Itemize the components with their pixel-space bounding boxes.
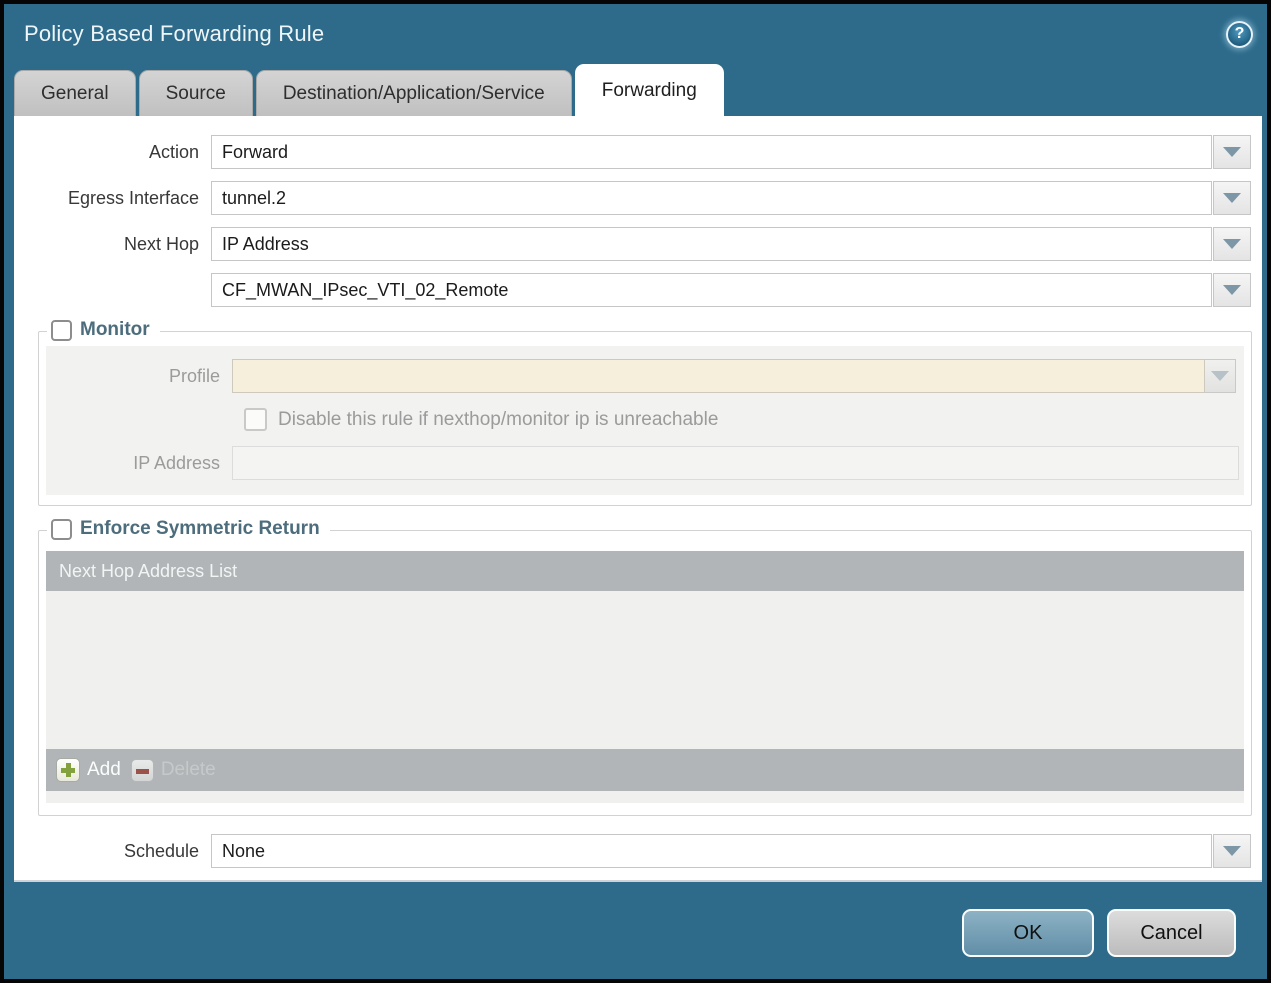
dialog-footer: OK Cancel xyxy=(4,882,1267,957)
egress-interface-row: Egress Interface tunnel.2 xyxy=(14,181,1262,215)
next-hop-dropdown-button[interactable] xyxy=(1213,227,1251,261)
profile-row: Profile xyxy=(46,359,1244,393)
next-hop-address-value[interactable]: CF_MWAN_IPsec_VTI_02_Remote xyxy=(211,273,1212,307)
egress-interface-dropdown-button[interactable] xyxy=(1213,181,1251,215)
next-hop-row: Next Hop IP Address xyxy=(14,227,1262,261)
monitor-ip-label: IP Address xyxy=(46,453,232,474)
profile-dropdown-button xyxy=(1205,359,1236,393)
next-hop-address-table-footer: Add Delete xyxy=(46,749,1244,791)
titlebar: Policy Based Forwarding Rule ? xyxy=(4,4,1267,64)
next-hop-value[interactable]: IP Address xyxy=(211,227,1212,261)
next-hop-combo: IP Address xyxy=(211,227,1251,261)
monitor-ip-input xyxy=(232,446,1239,480)
symmetric-return-legend-label: Enforce Symmetric Return xyxy=(80,518,320,540)
next-hop-address-table-body[interactable] xyxy=(46,591,1244,749)
minus-icon xyxy=(131,759,154,782)
schedule-combo: None xyxy=(211,834,1251,868)
tab-destination-application-service[interactable]: Destination/Application/Service xyxy=(256,70,572,116)
ok-button[interactable]: OK xyxy=(962,909,1094,957)
chevron-down-icon xyxy=(1223,193,1241,203)
monitor-group: Monitor Profile Disable this rule if nex… xyxy=(38,331,1252,506)
profile-label: Profile xyxy=(46,366,232,387)
symmetric-return-checkbox[interactable] xyxy=(51,519,72,540)
cancel-button[interactable]: Cancel xyxy=(1107,909,1236,957)
action-row: Action Forward xyxy=(14,135,1262,169)
next-hop-address-row: CF_MWAN_IPsec_VTI_02_Remote xyxy=(14,273,1262,307)
monitor-legend: Monitor xyxy=(47,319,160,341)
chevron-down-icon xyxy=(1223,285,1241,295)
next-hop-address-dropdown-button[interactable] xyxy=(1213,273,1251,307)
add-button-label: Add xyxy=(87,759,121,781)
chevron-down-icon xyxy=(1223,239,1241,249)
chevron-down-icon xyxy=(1223,147,1241,157)
tab-source[interactable]: Source xyxy=(139,70,253,116)
symmetric-return-group: Enforce Symmetric Return Next Hop Addres… xyxy=(38,530,1252,816)
next-hop-label: Next Hop xyxy=(14,234,211,255)
disable-rule-label: Disable this rule if nexthop/monitor ip … xyxy=(278,409,718,431)
monitor-ip-row: IP Address xyxy=(46,446,1244,480)
tab-general[interactable]: General xyxy=(14,70,136,116)
disable-rule-row: Disable this rule if nexthop/monitor ip … xyxy=(244,408,1244,431)
monitor-legend-label: Monitor xyxy=(80,319,150,341)
next-hop-address-table: Next Hop Address List Add Delete xyxy=(46,551,1244,803)
tab-forwarding[interactable]: Forwarding xyxy=(575,64,724,116)
monitor-panel: Profile Disable this rule if nexthop/mon… xyxy=(46,346,1244,495)
profile-value xyxy=(232,359,1205,393)
dialog-title: Policy Based Forwarding Rule xyxy=(24,21,1226,47)
action-dropdown-button[interactable] xyxy=(1213,135,1251,169)
schedule-value[interactable]: None xyxy=(211,834,1212,868)
egress-interface-value[interactable]: tunnel.2 xyxy=(211,181,1212,215)
next-hop-address-combo: CF_MWAN_IPsec_VTI_02_Remote xyxy=(211,273,1251,307)
policy-based-forwarding-dialog: Policy Based Forwarding Rule ? General S… xyxy=(0,0,1271,983)
action-combo: Forward xyxy=(211,135,1251,169)
plus-icon xyxy=(56,758,80,782)
delete-button[interactable]: Delete xyxy=(131,759,216,782)
schedule-dropdown-button[interactable] xyxy=(1213,834,1251,868)
schedule-label: Schedule xyxy=(14,841,211,862)
help-icon[interactable]: ? xyxy=(1226,21,1253,48)
table-bottom-strip xyxy=(46,791,1244,803)
chevron-down-icon xyxy=(1223,846,1241,856)
egress-interface-combo: tunnel.2 xyxy=(211,181,1251,215)
chevron-down-icon xyxy=(1211,371,1229,381)
profile-combo xyxy=(232,359,1236,393)
tab-bar: General Source Destination/Application/S… xyxy=(4,64,1267,116)
egress-interface-label: Egress Interface xyxy=(14,188,211,209)
add-button[interactable]: Add xyxy=(56,758,121,782)
forwarding-tab-content: Action Forward Egress Interface tunnel.2… xyxy=(14,116,1262,882)
schedule-row: Schedule None xyxy=(14,834,1262,868)
monitor-checkbox[interactable] xyxy=(51,320,72,341)
next-hop-address-table-header: Next Hop Address List xyxy=(46,551,1244,591)
action-value[interactable]: Forward xyxy=(211,135,1212,169)
symmetric-return-legend: Enforce Symmetric Return xyxy=(47,518,330,540)
disable-rule-checkbox xyxy=(244,408,267,431)
action-label: Action xyxy=(14,142,211,163)
delete-button-label: Delete xyxy=(161,759,216,781)
